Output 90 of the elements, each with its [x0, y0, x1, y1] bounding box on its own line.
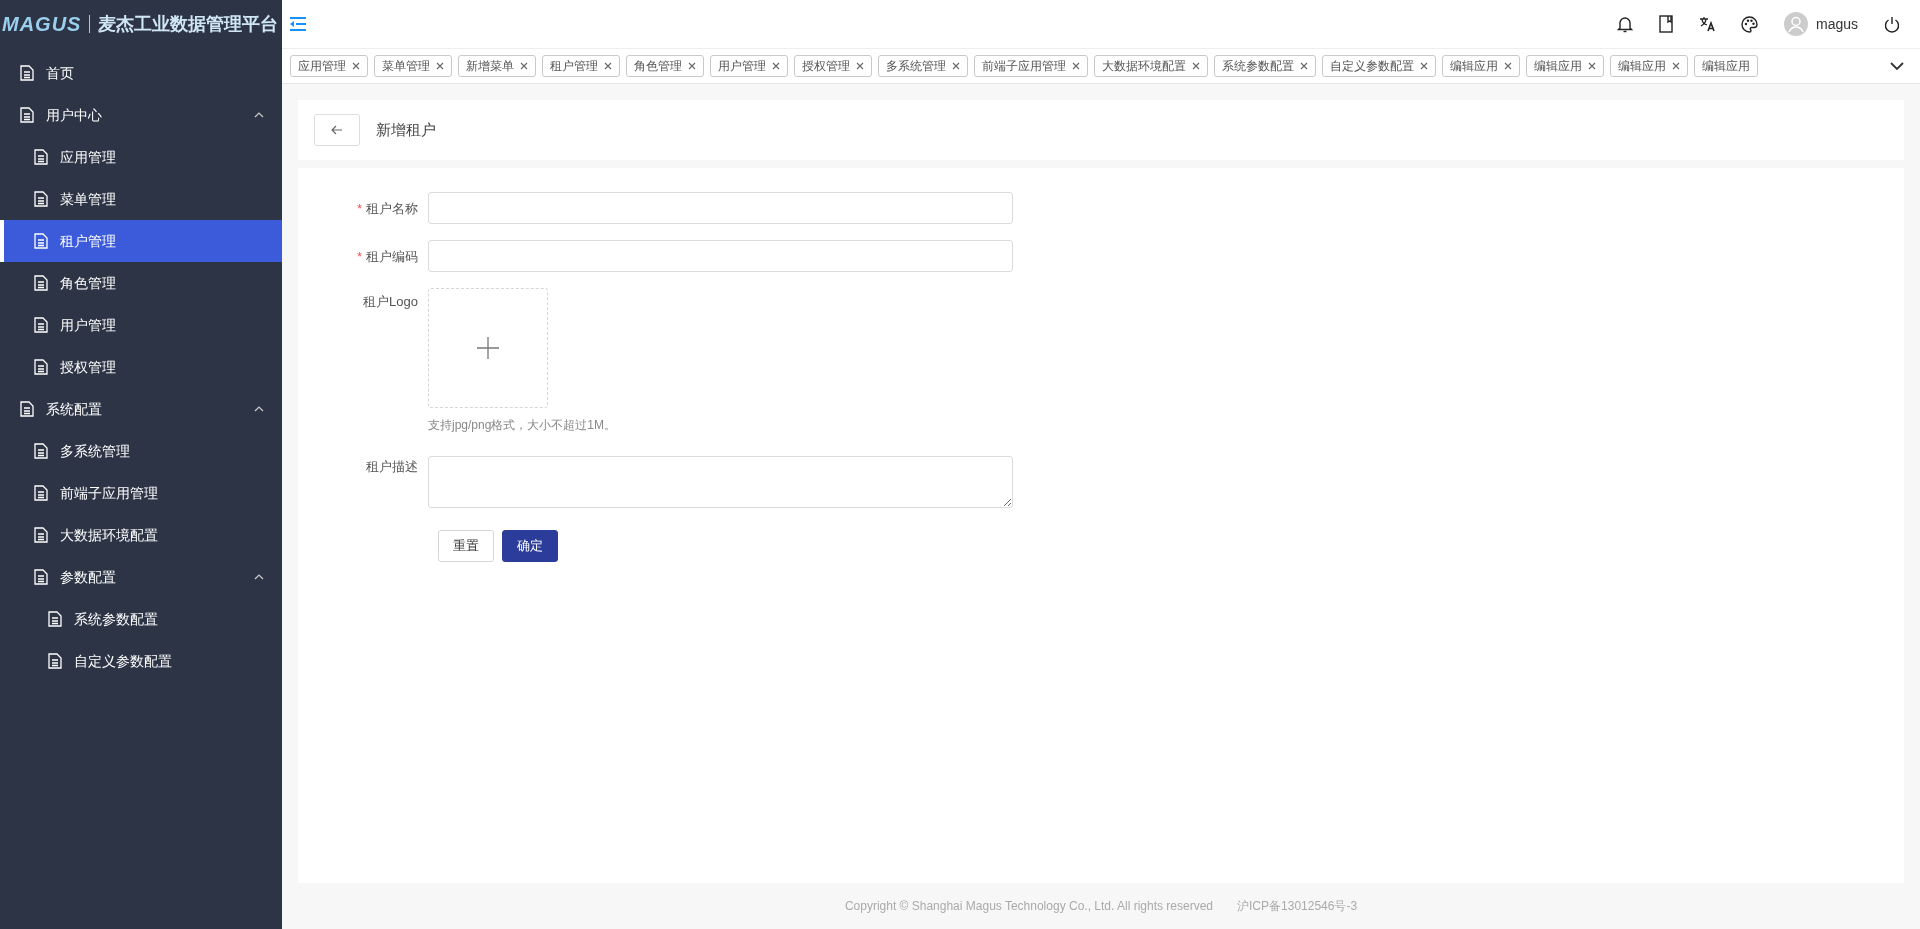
- close-icon[interactable]: [1072, 62, 1080, 70]
- chevron-up-icon[interactable]: [254, 112, 264, 118]
- sidebar-item[interactable]: 首页: [0, 52, 282, 94]
- sidebar-item[interactable]: 参数配置: [0, 556, 282, 598]
- page-tab[interactable]: 用户管理: [710, 55, 788, 77]
- page-tab[interactable]: 自定义参数配置: [1322, 55, 1436, 77]
- text-field[interactable]: [428, 240, 1013, 272]
- page-tab[interactable]: 前端子应用管理: [974, 55, 1088, 77]
- power-icon[interactable]: [1884, 15, 1900, 33]
- document-icon: [34, 527, 48, 543]
- sidebar-item[interactable]: 应用管理: [0, 136, 282, 178]
- page-tab[interactable]: 编辑应用: [1442, 55, 1520, 77]
- plus-icon: [476, 336, 500, 360]
- sidebar-item[interactable]: 菜单管理: [0, 178, 282, 220]
- sidebar-item[interactable]: 大数据环境配置: [0, 514, 282, 556]
- close-icon[interactable]: [1504, 62, 1512, 70]
- menu-icon[interactable]: [290, 17, 306, 31]
- chevron-up-icon[interactable]: [254, 406, 264, 412]
- bell-icon[interactable]: [1616, 15, 1633, 33]
- document-icon: [20, 107, 34, 123]
- document-icon: [34, 233, 48, 249]
- close-icon[interactable]: [1300, 62, 1308, 70]
- sidebar-item[interactable]: 系统配置: [0, 388, 282, 430]
- page-tab[interactable]: 角色管理: [626, 55, 704, 77]
- sidebar-item[interactable]: 授权管理: [0, 346, 282, 388]
- description-field[interactable]: [428, 456, 1013, 508]
- sidebar-item[interactable]: 角色管理: [0, 262, 282, 304]
- sidebar-item[interactable]: 租户管理: [0, 220, 282, 262]
- document-icon: [48, 653, 62, 669]
- translate-icon[interactable]: [1698, 16, 1715, 32]
- document-icon: [34, 317, 48, 333]
- copyright-text: Copyright © Shanghai Magus Technology Co., Ltd. All rights reserved: [844, 898, 1214, 915]
- document-icon: [20, 401, 34, 417]
- close-icon[interactable]: [1420, 62, 1428, 70]
- user-name[interactable]: magus: [1815, 13, 1858, 35]
- document-icon: [34, 485, 48, 501]
- page-tab[interactable]: 菜单管理: [374, 55, 452, 77]
- document-icon: [34, 275, 48, 291]
- close-icon[interactable]: [952, 62, 960, 70]
- arrow-left-icon: [331, 125, 343, 135]
- document-icon: [48, 611, 62, 627]
- close-icon[interactable]: [856, 62, 864, 70]
- page-tab[interactable]: 大数据环境配置: [1094, 55, 1208, 77]
- sidebar-item[interactable]: 多系统管理: [0, 430, 282, 472]
- close-icon[interactable]: [520, 62, 528, 70]
- document-icon: [34, 443, 48, 459]
- close-icon[interactable]: [1588, 62, 1596, 70]
- close-icon[interactable]: [1672, 62, 1680, 70]
- close-icon[interactable]: [1192, 62, 1200, 70]
- page-tab[interactable]: 应用管理: [290, 55, 368, 77]
- chevron-down-icon[interactable]: [1890, 61, 1904, 71]
- sidebar-item[interactable]: 用户中心: [0, 94, 282, 136]
- submit-button[interactable]: 确定: [502, 530, 558, 562]
- page-tab[interactable]: 新增菜单: [458, 55, 536, 77]
- required-asterisk: *: [356, 249, 362, 264]
- close-icon[interactable]: [772, 62, 780, 70]
- required-asterisk: *: [356, 201, 362, 216]
- document-icon: [34, 191, 48, 207]
- close-icon[interactable]: [604, 62, 612, 70]
- palette-icon[interactable]: [1740, 15, 1758, 33]
- app-title: 麦杰工业数据管理平台: [98, 12, 279, 36]
- page-tab[interactable]: 租户管理: [542, 55, 620, 77]
- page-tab[interactable]: 编辑应用: [1610, 55, 1688, 77]
- book-icon[interactable]: [1658, 15, 1673, 33]
- page-tab[interactable]: 编辑应用: [1526, 55, 1604, 77]
- field-label: 租户名称: [366, 201, 418, 216]
- sidebar-item[interactable]: 前端子应用管理: [0, 472, 282, 514]
- document-icon: [34, 359, 48, 375]
- field-label: 租户编码: [366, 249, 418, 264]
- text-field[interactable]: [428, 192, 1013, 224]
- page-tab[interactable]: 系统参数配置: [1214, 55, 1316, 77]
- sidebar-item[interactable]: 自定义参数配置: [0, 640, 282, 682]
- reset-button[interactable]: 重置: [438, 530, 494, 562]
- page-title: 新增租户: [376, 119, 436, 140]
- field-label: 租户描述: [366, 459, 418, 474]
- field-label: 租户Logo: [363, 294, 418, 309]
- page-tab[interactable]: 编辑应用: [1694, 55, 1758, 77]
- close-icon[interactable]: [352, 62, 360, 70]
- page-tab[interactable]: 多系统管理: [878, 55, 968, 77]
- hint-text: 支持jpg/png格式，大小不超过1M。: [428, 417, 617, 434]
- document-icon: [34, 149, 48, 165]
- page-tab[interactable]: 授权管理: [794, 55, 872, 77]
- logo: MAGUS: [2, 12, 82, 37]
- chevron-up-icon[interactable]: [254, 574, 264, 580]
- sidebar-item[interactable]: 用户管理: [0, 304, 282, 346]
- document-icon: [34, 569, 48, 585]
- close-icon[interactable]: [436, 62, 444, 70]
- document-icon: [20, 65, 34, 81]
- sidebar-item[interactable]: 系统参数配置: [0, 598, 282, 640]
- close-icon[interactable]: [688, 62, 696, 70]
